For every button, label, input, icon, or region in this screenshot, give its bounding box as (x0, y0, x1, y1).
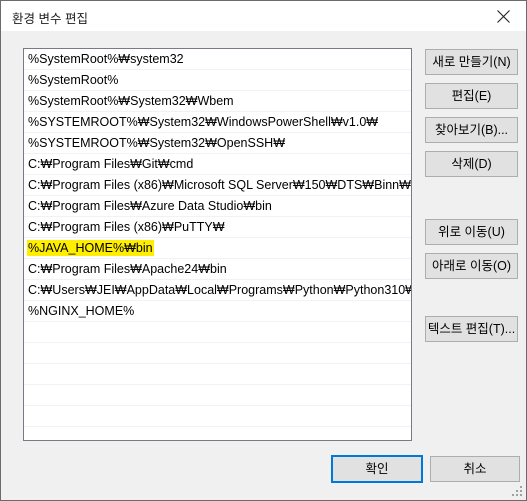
list-item-label: %NGINX_HOME% (28, 304, 135, 318)
list-item-empty[interactable] (24, 343, 411, 364)
list-item[interactable]: %SystemRoot%₩System32₩Wbem (24, 91, 411, 112)
list-item[interactable]: C:₩Users₩JEI₩AppData₩Local₩Programs₩Pyth… (24, 280, 411, 301)
list-item[interactable]: C:₩Program Files (x86)₩Microsoft SQL Ser… (24, 175, 411, 196)
list-item[interactable]: C:₩Program Files₩Git₩cmd (24, 154, 411, 175)
list-item[interactable]: C:₩Program Files₩Azure Data Studio₩bin (24, 196, 411, 217)
list-item[interactable]: %SystemRoot%₩system32 (24, 49, 411, 70)
edit-button[interactable]: 편집(E) (425, 83, 518, 109)
window-title: 환경 변수 편집 (12, 12, 88, 26)
new-button[interactable]: 새로 만들기(N) (425, 49, 518, 75)
title-bar: 환경 변수 편집 (1, 1, 526, 31)
list-item[interactable]: %SYSTEMROOT%₩System32₩OpenSSH₩ (24, 133, 411, 154)
list-item-empty[interactable] (24, 385, 411, 406)
list-item[interactable]: C:₩Program Files (x86)₩PuTTY₩ (24, 217, 411, 238)
delete-button[interactable]: 삭제(D) (425, 151, 518, 177)
list-item-label: %SystemRoot% (28, 73, 119, 87)
list-item-empty[interactable] (24, 406, 411, 427)
list-item-label: %SYSTEMROOT%₩System32₩WindowsPowerShell₩… (28, 115, 379, 129)
list-item[interactable]: C:₩Program Files₩Apache24₩bin (24, 259, 411, 280)
list-item-empty[interactable] (24, 364, 411, 385)
list-item[interactable]: %SystemRoot% (24, 70, 411, 91)
list-item-label: %SystemRoot%₩System32₩Wbem (28, 94, 234, 108)
list-item-label: C:₩Program Files₩Apache24₩bin (28, 262, 227, 276)
move-down-button[interactable]: 아래로 이동(O) (425, 253, 518, 279)
list-item[interactable]: %SYSTEMROOT%₩System32₩WindowsPowerShell₩… (24, 112, 411, 133)
list-item-label: C:₩Program Files (x86)₩Microsoft SQL Ser… (28, 178, 411, 192)
dialog-body: %SystemRoot%₩system32 %SystemRoot% %System… (1, 31, 526, 500)
list-item-empty[interactable] (24, 322, 411, 343)
resize-grip-icon[interactable] (511, 485, 523, 497)
list-item-label: C:₩Program Files₩Git₩cmd (28, 157, 194, 171)
edit-text-button[interactable]: 텍스트 편집(T)... (425, 316, 518, 342)
close-icon[interactable] (481, 1, 526, 31)
list-item-label: C:₩Program Files (x86)₩PuTTY₩ (28, 220, 225, 234)
browse-button[interactable]: 찾아보기(B)... (425, 117, 518, 143)
list-item-label: C:₩Users₩JEI₩AppData₩Local₩Programs₩Pyth… (28, 283, 411, 297)
path-list[interactable]: %SystemRoot%₩system32 %SystemRoot% %System… (23, 48, 412, 441)
ok-button[interactable]: 확인 (332, 456, 422, 482)
list-item-label: %JAVA_HOME%₩bin (28, 241, 153, 255)
edit-environment-variable-dialog: 환경 변수 편집 %SystemRoot%₩system32 %SystemRoo… (0, 0, 527, 501)
list-item[interactable]: %JAVA_HOME%₩bin (24, 238, 411, 259)
list-item[interactable]: %NGINX_HOME% (24, 301, 411, 322)
list-item-label: %SYSTEMROOT%₩System32₩OpenSSH₩ (28, 136, 285, 150)
list-item-label: %SystemRoot%₩system32 (28, 52, 184, 66)
move-up-button[interactable]: 위로 이동(U) (425, 219, 518, 245)
cancel-button[interactable]: 취소 (430, 456, 520, 482)
list-item-label: C:₩Program Files₩Azure Data Studio₩bin (28, 199, 272, 213)
